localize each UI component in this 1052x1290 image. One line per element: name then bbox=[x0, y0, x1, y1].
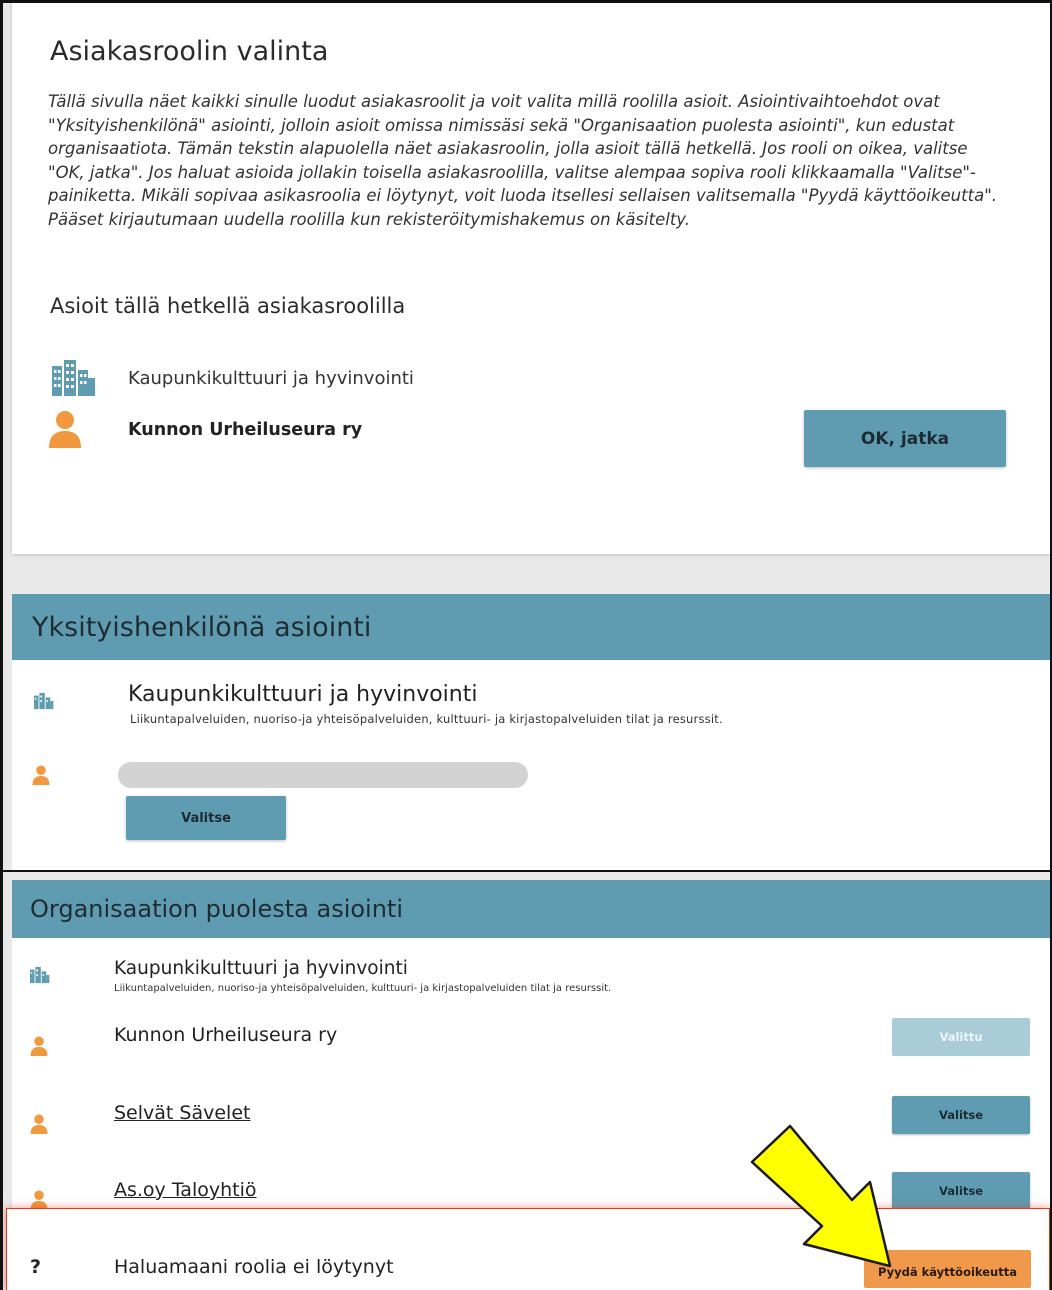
intro-text: Tällä sivulla näet kaikki sinulle luodut… bbox=[48, 92, 998, 229]
role-selected-button[interactable]: Valittu bbox=[892, 1018, 1030, 1056]
person-icon bbox=[32, 764, 50, 790]
person-icon bbox=[48, 410, 82, 452]
role-select-button[interactable]: Valitse bbox=[892, 1096, 1030, 1134]
current-role-subtitle: Asioit tällä hetkellä asiakasroolilla bbox=[50, 294, 406, 318]
private-section: Kaupunkikulttuuri ja hyvinvointi Liikunt… bbox=[12, 660, 1052, 870]
organization-org-description: Liikuntapalveluiden, nuoriso-ja yhteisöp… bbox=[114, 983, 612, 994]
role-name: Kunnon Urheiluseura ry bbox=[114, 1024, 338, 1046]
person-icon bbox=[30, 1036, 48, 1060]
private-org-description: Liikuntapalveluiden, nuoriso-ja yhteisöp… bbox=[130, 712, 723, 726]
private-section-header: Yksityishenkilönä asiointi bbox=[12, 594, 1052, 660]
ok-continue-button[interactable]: OK, jatka bbox=[804, 410, 1006, 467]
role-name-link[interactable]: As.oy Taloyhtiö bbox=[114, 1179, 257, 1201]
private-select-button[interactable]: Valitse bbox=[126, 796, 286, 840]
missing-role-label: Haluamaani roolia ei löytynyt bbox=[114, 1256, 394, 1278]
current-org-name: Kaupunkikulttuuri ja hyvinvointi bbox=[128, 368, 414, 389]
person-icon bbox=[30, 1114, 48, 1138]
current-role-name: Kunnon Urheiluseura ry bbox=[128, 420, 363, 440]
building-icon bbox=[28, 966, 50, 988]
building-icon bbox=[48, 358, 96, 402]
private-org-name: Kaupunkikulttuuri ja hyvinvointi bbox=[128, 682, 478, 707]
current-role-card: Asiakasroolin valinta Tällä sivulla näet… bbox=[12, 0, 1050, 554]
role-select-button[interactable]: Valitse bbox=[892, 1172, 1030, 1210]
organization-section-header: Organisaation puolesta asiointi bbox=[12, 880, 1052, 938]
private-name-placeholder bbox=[118, 762, 528, 788]
building-icon bbox=[32, 692, 54, 714]
question-icon: ? bbox=[30, 1256, 42, 1278]
pointer-arrow-icon bbox=[750, 1124, 892, 1268]
page-title: Asiakasroolin valinta bbox=[50, 36, 329, 67]
organization-org-name: Kaupunkikulttuuri ja hyvinvointi bbox=[114, 958, 408, 979]
role-name-link[interactable]: Selvät Sävelet bbox=[114, 1102, 250, 1124]
